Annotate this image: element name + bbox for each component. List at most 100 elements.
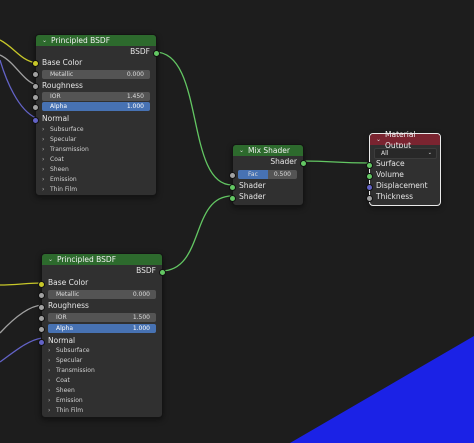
bsdf-output-socket[interactable] [159, 269, 166, 276]
panel-arrow-icon: › [48, 397, 51, 404]
metallic-label: Metallic [56, 291, 80, 298]
panel-arrow-icon: › [48, 357, 51, 364]
alpha-label: Alpha [56, 325, 74, 332]
roughness-label: Roughness [42, 81, 83, 90]
link-to-normal-1[interactable] [0, 59, 37, 119]
panel-label: Sheen [50, 166, 69, 173]
alpha-socket[interactable] [38, 326, 45, 333]
link-to-roughness-2[interactable] [0, 304, 43, 334]
thickness-socket[interactable] [366, 195, 373, 202]
panel-label: Coat [50, 156, 64, 163]
link-to-base-color-2[interactable] [0, 282, 43, 286]
volume-label: Volume [376, 170, 404, 179]
panel-label: Specular [56, 357, 83, 364]
collapse-chevron-icon[interactable]: ⌄ [42, 35, 47, 46]
collapse-chevron-icon[interactable]: ⌄ [48, 254, 53, 265]
fac-value: 0.500 [273, 171, 291, 178]
alpha-field[interactable]: Alpha 1.000 [48, 324, 156, 333]
panel-label: Transmission [56, 367, 95, 374]
link-bsdf1-to-mix[interactable] [154, 51, 233, 186]
panel-label: Emission [50, 176, 77, 183]
panel-label: Thin Film [56, 407, 84, 414]
link-to-base-color-1[interactable] [0, 39, 37, 64]
ior-value: 1.450 [126, 93, 144, 100]
metallic-field[interactable]: Metallic 0.000 [42, 70, 150, 79]
node-header[interactable]: ⌄ Mix Shader [233, 145, 303, 156]
normal-socket[interactable] [38, 339, 45, 346]
target-dropdown[interactable]: All ⌄ [374, 148, 437, 159]
metallic-field[interactable]: Metallic 0.000 [48, 290, 156, 299]
panel-arrow-icon: › [42, 146, 45, 153]
panel-arrow-icon: › [42, 126, 45, 133]
surface-socket[interactable] [366, 162, 373, 169]
fac-slider[interactable]: Fac 0.500 [238, 170, 297, 179]
panel-coat[interactable]: › Coat [42, 155, 64, 165]
panel-subsurface[interactable]: › Subsurface [48, 346, 90, 356]
node-editor-canvas[interactable]: ⌄ Principled BSDF BSDF Base Color Metall… [0, 0, 474, 443]
panel-specular[interactable]: › Specular [42, 135, 76, 145]
normal-label: Normal [42, 114, 70, 123]
panel-thin-film[interactable]: › Thin Film [48, 406, 83, 416]
panel-thin-film[interactable]: › Thin Film [42, 185, 77, 195]
shader-output-label: Shader [270, 157, 297, 166]
principled-bsdf-node-1[interactable]: ⌄ Principled BSDF BSDF Base Color Metall… [32, 34, 160, 196]
panel-emission[interactable]: › Emission [48, 396, 83, 406]
shader-input-2-label: Shader [239, 192, 266, 201]
shader-input-1-socket[interactable] [229, 184, 236, 191]
node-header[interactable]: ⌄ Principled BSDF [36, 35, 156, 46]
panel-emission[interactable]: › Emission [42, 175, 77, 185]
link-to-roughness-1[interactable] [0, 54, 37, 86]
panel-arrow-icon: › [42, 176, 45, 183]
panel-arrow-icon: › [48, 347, 51, 354]
target-value: All [381, 150, 389, 157]
mix-shader-node[interactable]: ⌄ Mix Shader Shader Fac 0.500 Shader Sha… [229, 144, 307, 206]
roughness-socket[interactable] [38, 304, 45, 311]
shader-input-1-label: Shader [239, 181, 266, 190]
alpha-label: Alpha [50, 103, 68, 110]
panel-specular[interactable]: › Specular [48, 356, 82, 366]
roughness-socket[interactable] [32, 83, 39, 90]
panel-label: Sheen [56, 387, 75, 394]
collapse-chevron-icon[interactable]: ⌄ [376, 134, 381, 145]
alpha-field[interactable]: Alpha 1.000 [42, 102, 150, 111]
ior-socket[interactable] [32, 94, 39, 101]
link-mix-to-surface[interactable] [301, 160, 370, 164]
link-bsdf2-to-mix[interactable] [160, 195, 233, 272]
link-to-normal-2[interactable] [0, 337, 43, 363]
base-color-socket[interactable] [38, 281, 45, 288]
bsdf-output-socket[interactable] [153, 50, 160, 57]
panel-transmission[interactable]: › Transmission [42, 145, 89, 155]
ior-field[interactable]: IOR 1.450 [42, 92, 150, 101]
panel-subsurface[interactable]: › Subsurface [42, 125, 84, 135]
panel-arrow-icon: › [42, 156, 45, 163]
panel-arrow-icon: › [48, 377, 51, 384]
material-output-node[interactable]: ⌄ Material Output All ⌄ Surface Volume D… [366, 130, 441, 206]
ior-field[interactable]: IOR 1.500 [48, 313, 156, 322]
collapse-chevron-icon[interactable]: ⌄ [239, 145, 244, 156]
principled-bsdf-node-2[interactable]: ⌄ Principled BSDF BSDF Base Color Metall… [38, 253, 166, 418]
node-header[interactable]: ⌄ Principled BSDF [42, 254, 162, 265]
panel-coat[interactable]: › Coat [48, 376, 70, 386]
bsdf-output-label: BSDF [130, 47, 150, 56]
panel-sheen[interactable]: › Sheen [48, 386, 75, 396]
node-title: Principled BSDF [51, 36, 111, 45]
alpha-socket[interactable] [32, 104, 39, 111]
fac-socket[interactable] [229, 172, 236, 179]
base-color-label: Base Color [48, 278, 89, 287]
metallic-socket[interactable] [32, 71, 39, 78]
normal-label: Normal [48, 336, 76, 345]
panel-label: Thin Film [50, 186, 78, 193]
ior-socket[interactable] [38, 315, 45, 322]
node-header[interactable]: ⌄ Material Output [370, 130, 440, 150]
shader-input-2-socket[interactable] [229, 195, 236, 202]
panel-label: Transmission [50, 146, 89, 153]
base-color-socket[interactable] [32, 60, 39, 67]
volume-socket[interactable] [366, 173, 373, 180]
panel-sheen[interactable]: › Sheen [42, 165, 69, 175]
panel-transmission[interactable]: › Transmission [48, 366, 95, 376]
displacement-socket[interactable] [366, 184, 373, 191]
metallic-socket[interactable] [38, 292, 45, 299]
normal-socket[interactable] [32, 117, 39, 124]
surface-label: Surface [376, 159, 405, 168]
shader-output-socket[interactable] [300, 160, 307, 167]
